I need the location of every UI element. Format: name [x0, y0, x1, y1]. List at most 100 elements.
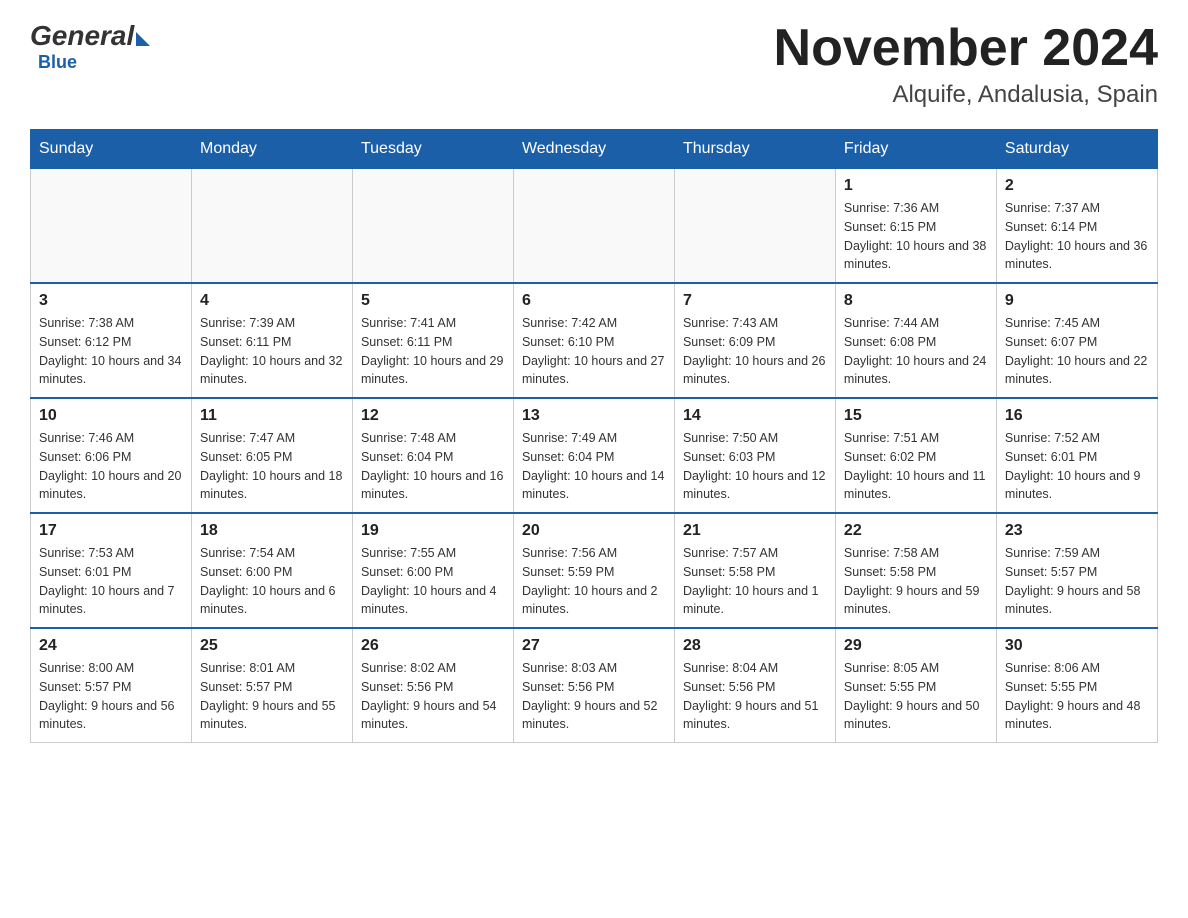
day-number: 24 — [39, 637, 183, 655]
calendar-cell: 1 Sunrise: 7:36 AM Sunset: 6:15 PM Daylig… — [835, 169, 996, 284]
page-header: General Blue November 2024 Alquife, Anda… — [30, 20, 1158, 109]
day-info: Sunrise: 8:01 AM Sunset: 5:57 PM Dayligh… — [200, 659, 344, 734]
calendar-cell: 10 Sunrise: 7:46 AM Sunset: 6:06 PM Dayli… — [31, 398, 192, 513]
day-info: Sunrise: 8:02 AM Sunset: 5:56 PM Dayligh… — [361, 659, 505, 734]
calendar-cell: 2Sunrise: 7:37 AM Sunset: 6:14 PM Daylig… — [996, 169, 1157, 284]
weekday-header-tuesday: Tuesday — [352, 130, 513, 169]
calendar-cell: 14 Sunrise: 7:50 AM Sunset: 6:03 PM Dayli… — [674, 398, 835, 513]
day-info: Sunrise: 7:50 AM Sunset: 6:03 PM Dayligh… — [683, 429, 827, 504]
day-number: 11 — [200, 407, 344, 425]
weekday-header-row: SundayMondayTuesdayWednesdayThursdayFrid… — [31, 130, 1158, 169]
calendar-cell: 4 Sunrise: 7:39 AM Sunset: 6:11 PM Daylig… — [191, 283, 352, 398]
day-info: Sunrise: 7:39 AM Sunset: 6:11 PM Dayligh… — [200, 314, 344, 389]
calendar-cell: 22Sunrise: 7:58 AM Sunset: 5:58 PM Dayli… — [835, 513, 996, 628]
day-number: 13 — [522, 407, 666, 425]
day-info: Sunrise: 7:44 AM Sunset: 6:08 PM Dayligh… — [844, 314, 988, 389]
day-info: Sunrise: 7:47 AM Sunset: 6:05 PM Dayligh… — [200, 429, 344, 504]
day-info: Sunrise: 7:42 AM Sunset: 6:10 PM Dayligh… — [522, 314, 666, 389]
calendar-cell: 30Sunrise: 8:06 AM Sunset: 5:55 PM Dayli… — [996, 628, 1157, 743]
calendar-cell: 16 Sunrise: 7:52 AM Sunset: 6:01 PM Dayli… — [996, 398, 1157, 513]
day-number: 14 — [683, 407, 827, 425]
calendar-cell: 7 Sunrise: 7:43 AM Sunset: 6:09 PM Daylig… — [674, 283, 835, 398]
day-number: 2 — [1005, 177, 1149, 195]
day-number: 1 — [844, 177, 988, 195]
calendar-cell: 26 Sunrise: 8:02 AM Sunset: 5:56 PM Dayli… — [352, 628, 513, 743]
day-info: Sunrise: 7:59 AM Sunset: 5:57 PM Dayligh… — [1005, 544, 1149, 619]
calendar-cell: 28 Sunrise: 8:04 AM Sunset: 5:56 PM Dayli… — [674, 628, 835, 743]
day-info: Sunrise: 7:53 AM Sunset: 6:01 PM Dayligh… — [39, 544, 183, 619]
calendar-cell — [352, 169, 513, 284]
calendar-cell: 3Sunrise: 7:38 AM Sunset: 6:12 PM Daylig… — [31, 283, 192, 398]
day-number: 8 — [844, 292, 988, 310]
calendar-cell: 6 Sunrise: 7:42 AM Sunset: 6:10 PM Daylig… — [513, 283, 674, 398]
calendar-week-1: 1 Sunrise: 7:36 AM Sunset: 6:15 PM Daylig… — [31, 169, 1158, 284]
day-number: 7 — [683, 292, 827, 310]
day-number: 6 — [522, 292, 666, 310]
calendar-cell — [31, 169, 192, 284]
calendar-week-2: 3Sunrise: 7:38 AM Sunset: 6:12 PM Daylig… — [31, 283, 1158, 398]
calendar-week-4: 17 Sunrise: 7:53 AM Sunset: 6:01 PM Dayli… — [31, 513, 1158, 628]
title-area: November 2024 Alquife, Andalusia, Spain — [774, 20, 1158, 109]
calendar-cell: 13 Sunrise: 7:49 AM Sunset: 6:04 PM Dayli… — [513, 398, 674, 513]
calendar-cell — [674, 169, 835, 284]
weekday-header-wednesday: Wednesday — [513, 130, 674, 169]
day-info: Sunrise: 7:56 AM Sunset: 5:59 PM Dayligh… — [522, 544, 666, 619]
month-title: November 2024 — [774, 20, 1158, 77]
logo-blue-text: Blue — [38, 52, 77, 72]
calendar-cell: 12Sunrise: 7:48 AM Sunset: 6:04 PM Dayli… — [352, 398, 513, 513]
calendar-cell: 5Sunrise: 7:41 AM Sunset: 6:11 PM Daylig… — [352, 283, 513, 398]
day-number: 9 — [1005, 292, 1149, 310]
day-info: Sunrise: 7:51 AM Sunset: 6:02 PM Dayligh… — [844, 429, 988, 504]
day-info: Sunrise: 8:04 AM Sunset: 5:56 PM Dayligh… — [683, 659, 827, 734]
day-number: 16 — [1005, 407, 1149, 425]
day-info: Sunrise: 7:57 AM Sunset: 5:58 PM Dayligh… — [683, 544, 827, 619]
day-info: Sunrise: 7:58 AM Sunset: 5:58 PM Dayligh… — [844, 544, 988, 619]
day-number: 15 — [844, 407, 988, 425]
day-number: 19 — [361, 522, 505, 540]
weekday-header-sunday: Sunday — [31, 130, 192, 169]
day-number: 26 — [361, 637, 505, 655]
weekday-header-friday: Friday — [835, 130, 996, 169]
day-number: 17 — [39, 522, 183, 540]
day-info: Sunrise: 7:52 AM Sunset: 6:01 PM Dayligh… — [1005, 429, 1149, 504]
day-info: Sunrise: 7:46 AM Sunset: 6:06 PM Dayligh… — [39, 429, 183, 504]
calendar-cell: 24 Sunrise: 8:00 AM Sunset: 5:57 PM Dayli… — [31, 628, 192, 743]
day-number: 4 — [200, 292, 344, 310]
calendar-cell: 25 Sunrise: 8:01 AM Sunset: 5:57 PM Dayli… — [191, 628, 352, 743]
day-info: Sunrise: 7:36 AM Sunset: 6:15 PM Dayligh… — [844, 199, 988, 274]
calendar-cell: 8 Sunrise: 7:44 AM Sunset: 6:08 PM Daylig… — [835, 283, 996, 398]
day-info: Sunrise: 7:41 AM Sunset: 6:11 PM Dayligh… — [361, 314, 505, 389]
day-info: Sunrise: 8:03 AM Sunset: 5:56 PM Dayligh… — [522, 659, 666, 734]
calendar-cell: 17 Sunrise: 7:53 AM Sunset: 6:01 PM Dayli… — [31, 513, 192, 628]
calendar-cell — [191, 169, 352, 284]
calendar-cell: 29 Sunrise: 8:05 AM Sunset: 5:55 PM Dayli… — [835, 628, 996, 743]
weekday-header-monday: Monday — [191, 130, 352, 169]
calendar-table: SundayMondayTuesdayWednesdayThursdayFrid… — [30, 129, 1158, 743]
day-number: 23 — [1005, 522, 1149, 540]
day-info: Sunrise: 8:05 AM Sunset: 5:55 PM Dayligh… — [844, 659, 988, 734]
day-number: 3 — [39, 292, 183, 310]
day-info: Sunrise: 7:49 AM Sunset: 6:04 PM Dayligh… — [522, 429, 666, 504]
calendar-cell — [513, 169, 674, 284]
calendar-cell: 9Sunrise: 7:45 AM Sunset: 6:07 PM Daylig… — [996, 283, 1157, 398]
day-number: 27 — [522, 637, 666, 655]
day-number: 21 — [683, 522, 827, 540]
day-number: 25 — [200, 637, 344, 655]
weekday-header-thursday: Thursday — [674, 130, 835, 169]
day-number: 28 — [683, 637, 827, 655]
logo: General Blue — [30, 20, 150, 73]
location-title: Alquife, Andalusia, Spain — [774, 81, 1158, 109]
calendar-week-5: 24 Sunrise: 8:00 AM Sunset: 5:57 PM Dayli… — [31, 628, 1158, 743]
calendar-cell: 21 Sunrise: 7:57 AM Sunset: 5:58 PM Dayli… — [674, 513, 835, 628]
calendar-week-3: 10 Sunrise: 7:46 AM Sunset: 6:06 PM Dayli… — [31, 398, 1158, 513]
day-info: Sunrise: 7:55 AM Sunset: 6:00 PM Dayligh… — [361, 544, 505, 619]
logo-general-text: General — [30, 20, 134, 52]
calendar-cell: 20Sunrise: 7:56 AM Sunset: 5:59 PM Dayli… — [513, 513, 674, 628]
day-info: Sunrise: 8:00 AM Sunset: 5:57 PM Dayligh… — [39, 659, 183, 734]
calendar-cell: 18Sunrise: 7:54 AM Sunset: 6:00 PM Dayli… — [191, 513, 352, 628]
calendar-cell: 27 Sunrise: 8:03 AM Sunset: 5:56 PM Dayli… — [513, 628, 674, 743]
day-number: 10 — [39, 407, 183, 425]
logo-triangle-icon — [136, 32, 150, 46]
day-info: Sunrise: 7:43 AM Sunset: 6:09 PM Dayligh… — [683, 314, 827, 389]
day-number: 29 — [844, 637, 988, 655]
